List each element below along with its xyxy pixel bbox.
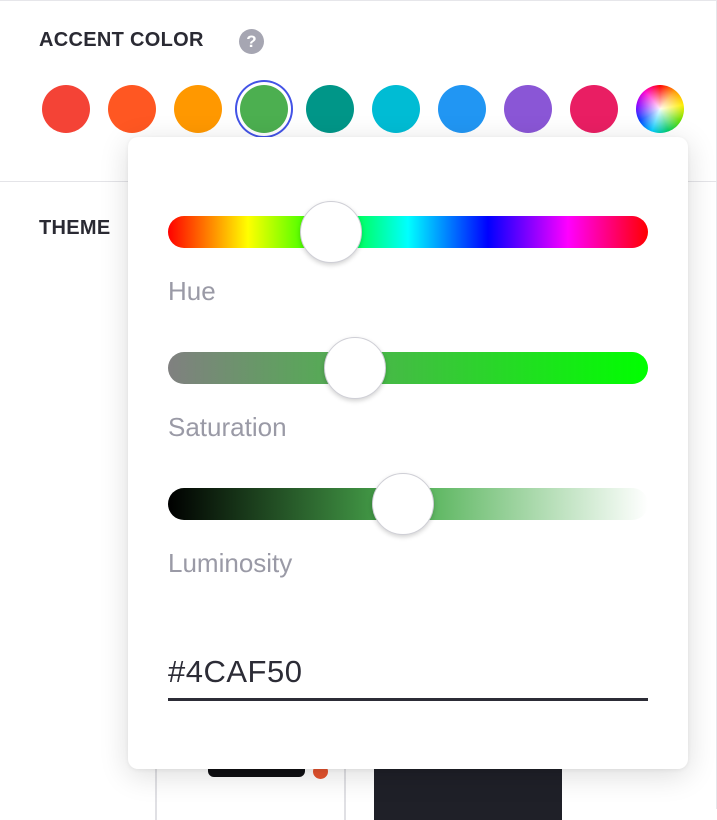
theme-card-dark[interactable] — [374, 760, 562, 820]
theme-title: THEME — [39, 217, 111, 239]
saturation-label: Saturation — [168, 412, 287, 442]
top-border — [0, 0, 717, 1]
swatch-blue[interactable] — [438, 85, 486, 133]
swatch-teal[interactable] — [306, 85, 354, 133]
luminosity-label: Luminosity — [168, 548, 293, 578]
swatch-pink[interactable] — [570, 85, 618, 133]
color-picker-popover: Hue Saturation Luminosity — [128, 137, 688, 769]
swatch-deep-orange[interactable] — [108, 85, 156, 133]
swatch-orange[interactable] — [174, 85, 222, 133]
swatch-cyan[interactable] — [372, 85, 420, 133]
saturation-slider-track[interactable] — [168, 352, 648, 384]
swatch-red[interactable] — [42, 85, 90, 133]
hue-slider-track[interactable] — [168, 216, 648, 248]
swatch-green[interactable] — [240, 85, 288, 133]
swatch-purple[interactable] — [504, 85, 552, 133]
custom-color-swatch[interactable] — [636, 85, 684, 133]
hue-slider-thumb[interactable] — [299, 201, 362, 263]
luminosity-slider-thumb[interactable] — [372, 473, 435, 535]
hue-label: Hue — [168, 276, 216, 306]
question-mark-icon[interactable]: ? — [239, 29, 264, 54]
saturation-slider-thumb[interactable] — [324, 337, 387, 399]
accent-color-title: ACCENT COLOR — [39, 29, 204, 51]
hex-color-input[interactable] — [168, 645, 648, 701]
